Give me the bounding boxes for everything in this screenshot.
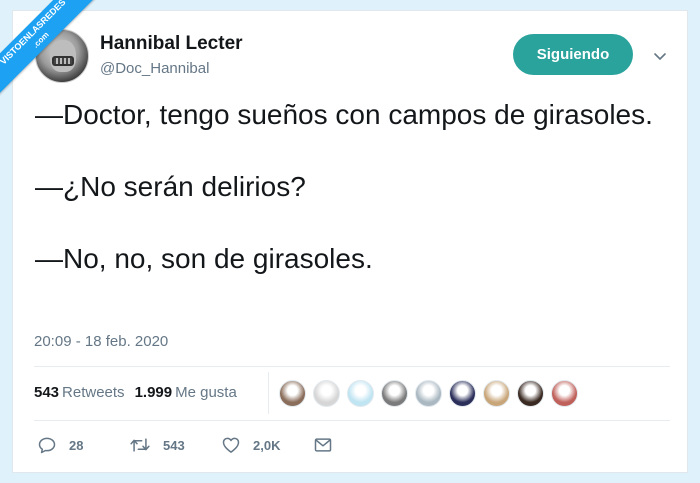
tweet-line: —No, no, son de girasoles. xyxy=(35,243,373,274)
reply-count: 28 xyxy=(69,437,84,453)
default-avatar-icon[interactable] xyxy=(415,380,442,407)
likes-label: Me gusta xyxy=(175,384,237,401)
reply-action[interactable]: 28 xyxy=(37,435,129,455)
tweet-timestamp[interactable]: 20:09 - 18 feb. 2020 xyxy=(34,333,168,350)
likes-stat[interactable]: 1.999 Me gusta xyxy=(135,384,237,401)
liker-avatar[interactable] xyxy=(449,380,476,407)
retweets-stat[interactable]: 543 Retweets xyxy=(34,384,125,401)
likes-count: 1.999 xyxy=(134,384,173,401)
liker-avatar[interactable] xyxy=(381,380,408,407)
retweet-count: 543 xyxy=(163,437,185,453)
engagement-stats: 543 Retweets 1.999 Me gusta xyxy=(34,384,237,401)
reply-icon xyxy=(38,437,56,454)
retweet-action[interactable]: 543 xyxy=(129,435,221,455)
tweet-line: —Doctor, tengo sueños con campos de gira… xyxy=(35,99,653,130)
heart-icon xyxy=(222,437,240,453)
following-button[interactable]: Siguiendo xyxy=(513,34,633,75)
liker-avatar[interactable] xyxy=(313,380,340,407)
envelope-icon xyxy=(314,438,332,452)
tweet-text: —Doctor, tengo sueños con campos de gira… xyxy=(35,97,655,277)
avatar-mask xyxy=(52,56,74,66)
divider xyxy=(34,420,670,421)
liker-avatar[interactable] xyxy=(551,380,578,407)
tweet-line: —¿No serán delirios? xyxy=(35,171,306,202)
message-action[interactable] xyxy=(313,435,333,455)
like-action[interactable]: 2,0K xyxy=(221,435,313,455)
liker-avatar[interactable] xyxy=(517,380,544,407)
author-name[interactable]: Hannibal Lecter xyxy=(100,33,243,55)
liker-avatar[interactable] xyxy=(483,380,510,407)
author-handle[interactable]: @Doc_Hannibal xyxy=(100,60,209,77)
retweets-count: 543 xyxy=(34,384,60,401)
liker-avatar[interactable] xyxy=(347,380,374,407)
action-bar: 28 543 2,0K xyxy=(37,435,333,455)
divider xyxy=(34,366,670,367)
tweet-card: Hannibal Lecter @Doc_Hannibal Siguiendo … xyxy=(12,10,688,473)
like-count: 2,0K xyxy=(253,437,281,453)
retweet-icon xyxy=(130,438,150,452)
chevron-down-icon[interactable] xyxy=(653,49,667,63)
retweets-label: Retweets xyxy=(62,384,125,401)
liker-avatar[interactable] xyxy=(279,380,306,407)
stats-separator xyxy=(268,372,269,414)
likers-avatars xyxy=(279,380,578,407)
